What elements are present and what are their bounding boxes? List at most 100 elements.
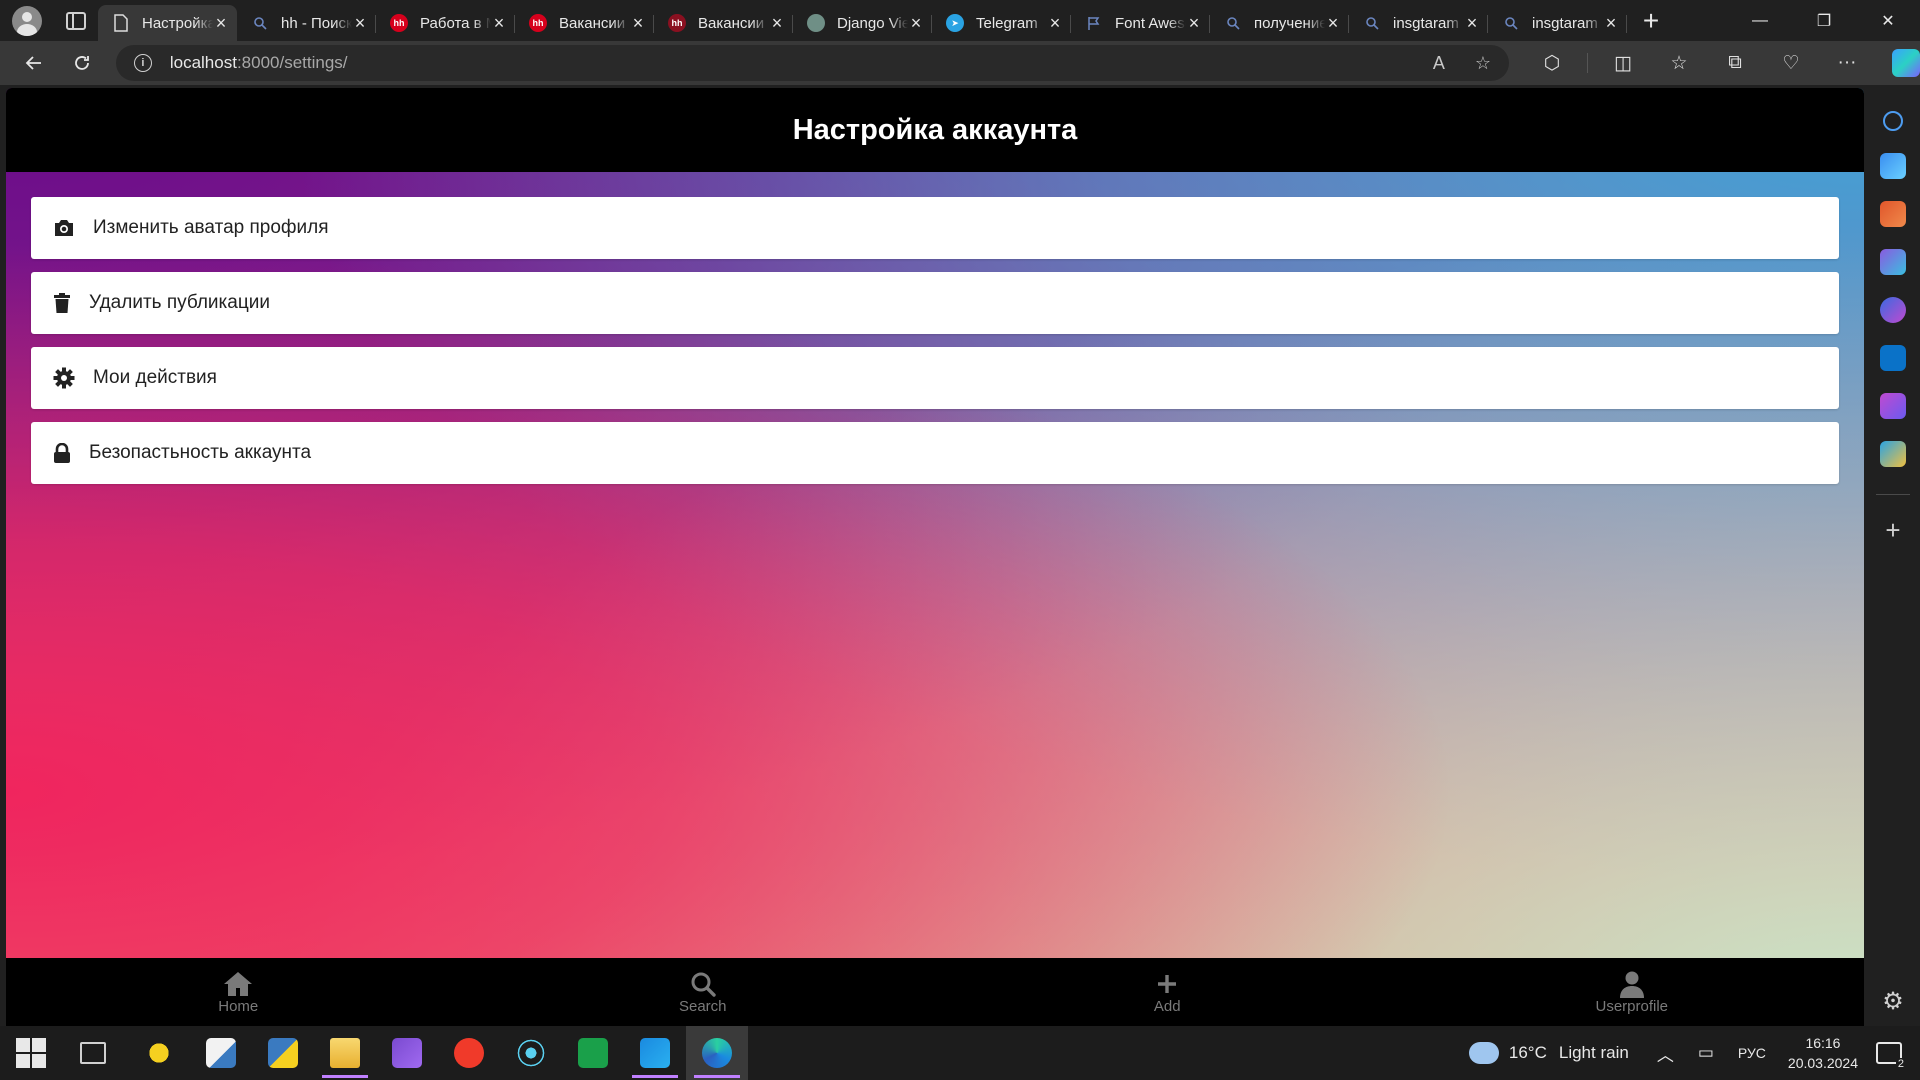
settings-item-label: Изменить аватар профиля [93, 217, 329, 238]
close-icon[interactable]: × [908, 13, 924, 34]
tab-hh-search[interactable]: hh - Поиск × [237, 5, 376, 41]
close-icon[interactable]: × [1603, 13, 1619, 34]
clock-date: 20.03.2024 [1787, 1055, 1858, 1071]
clock[interactable]: 16:16 20.03.2024 [1788, 1033, 1858, 1073]
tab-hh-vacancies-2[interactable]: hh Вакансии × [654, 5, 793, 41]
taskbar-app-react[interactable] [500, 1026, 562, 1080]
new-tab-button[interactable]: + [1631, 5, 1671, 37]
refresh-icon [74, 56, 89, 70]
close-icon[interactable]: × [491, 13, 507, 34]
minimize-button[interactable]: — [1728, 0, 1792, 41]
performance-icon[interactable]: ♡ [1770, 45, 1812, 81]
page-header: Настройка аккаунта [6, 88, 1864, 172]
tab-search-insta-2[interactable]: insgtaram × [1488, 5, 1627, 41]
search-icon [251, 14, 269, 32]
tab-hh-vacancies-1[interactable]: hh Вакансии × [515, 5, 654, 41]
close-icon[interactable]: × [1047, 13, 1063, 34]
taskbar-app-download-manager[interactable] [562, 1026, 624, 1080]
page-icon [112, 14, 130, 32]
split-screen-icon[interactable]: ◫ [1602, 45, 1644, 81]
yandex-browser-icon [454, 1038, 484, 1068]
sidebar-add-icon[interactable]: + [1885, 515, 1900, 546]
back-button[interactable] [14, 45, 54, 81]
tab-settings[interactable]: Настройка аккаунта × [98, 5, 237, 41]
start-button[interactable] [16, 1038, 46, 1068]
sidebar-send-icon[interactable] [1880, 441, 1906, 467]
weather-text[interactable]: Light rain [1559, 1043, 1629, 1063]
taskbar-app-python[interactable] [252, 1026, 314, 1080]
notifications-button[interactable]: 2 [1876, 1042, 1906, 1070]
tab-search-insta-1[interactable]: insgtaram × [1349, 5, 1488, 41]
close-icon[interactable]: × [213, 13, 229, 34]
nav-add[interactable]: Add [935, 958, 1400, 1026]
close-icon[interactable]: × [1186, 13, 1202, 34]
nav-userprofile[interactable]: Userprofile [1400, 958, 1865, 1026]
taskbar-app-python-files[interactable] [190, 1026, 252, 1080]
tab-hh-work[interactable]: hh Работа в Москве × [376, 5, 515, 41]
settings-item-my-activity[interactable]: Мои действия [31, 347, 1839, 409]
refresh-button[interactable] [62, 45, 102, 81]
tab-title: получение [1254, 14, 1325, 32]
sidebar-games-icon[interactable] [1880, 249, 1906, 275]
settings-item-change-avatar[interactable]: Изменить аватар профиля [31, 197, 1839, 259]
sidebar-settings-icon[interactable]: ⚙ [1882, 987, 1904, 1016]
taskbar-apps [128, 1026, 748, 1080]
taskbar-app-yandex-browser[interactable] [438, 1026, 500, 1080]
window-controls: — ❐ ✕ [1728, 0, 1920, 41]
language-indicator[interactable]: РУС [1738, 1045, 1766, 1061]
nav-search[interactable]: Search [471, 958, 936, 1026]
taskbar-app-vscode[interactable] [624, 1026, 686, 1080]
sidebar-search-icon[interactable] [1883, 111, 1903, 131]
copilot-icon[interactable] [1892, 49, 1920, 77]
taskbar-app-visual-studio[interactable] [376, 1026, 438, 1080]
tab-telegram[interactable]: ➤ Telegram × [932, 5, 1071, 41]
close-icon[interactable]: × [769, 13, 785, 34]
battery-icon[interactable]: ▭ [1698, 1043, 1714, 1063]
nav-home[interactable]: Home [6, 958, 471, 1026]
nav-search-label: Search [678, 997, 727, 1015]
page-title: Настройка аккаунта [792, 113, 1078, 146]
task-view-icon[interactable] [80, 1042, 106, 1064]
restore-button[interactable]: ❐ [1792, 0, 1856, 41]
sidebar-designer-icon[interactable] [1880, 393, 1906, 419]
extensions-icon[interactable]: ⬡ [1531, 45, 1573, 81]
tab-font-awesome[interactable]: Font Awesome × [1071, 5, 1210, 41]
chevron-up-icon[interactable]: ︿ [1657, 1041, 1674, 1066]
camera-icon [51, 216, 77, 240]
search-icon [1502, 14, 1520, 32]
close-icon[interactable]: × [352, 13, 368, 34]
taskbar-app-explorer[interactable] [314, 1026, 376, 1080]
sidebar-shopping-icon[interactable] [1880, 153, 1906, 179]
close-icon[interactable]: × [1325, 13, 1341, 34]
close-icon[interactable]: × [1464, 13, 1480, 34]
url-text[interactable]: localhost:8000/settings/ [170, 53, 348, 73]
settings-item-label: Мои действия [93, 367, 217, 388]
sidebar-office-icon[interactable] [1880, 297, 1906, 323]
profile-avatar[interactable] [12, 5, 42, 36]
sidebar-outlook-icon[interactable] [1880, 345, 1906, 371]
hh-icon: hh [390, 14, 408, 32]
tab-title: Работа в Москве [420, 14, 491, 32]
taskbar-app-edge[interactable] [686, 1026, 748, 1080]
taskbar-app-yandex-music[interactable] [128, 1026, 190, 1080]
info-icon[interactable]: i [133, 54, 152, 72]
edge-sidebar: + ⚙ [1866, 88, 1920, 1026]
favorites-icon[interactable]: ☆ [1658, 45, 1700, 81]
tab-actions-icon[interactable] [66, 11, 86, 30]
settings-item-delete-posts[interactable]: Удалить публикации [31, 272, 1839, 334]
tab-django[interactable]: Django View × [793, 5, 932, 41]
tab-search-receive[interactable]: получение × [1210, 5, 1349, 41]
close-window-button[interactable]: ✕ [1856, 0, 1920, 41]
star-icon[interactable]: ☆ [1475, 53, 1491, 74]
collections-icon[interactable]: ⧉ [1714, 45, 1756, 81]
address-bar[interactable]: i localhost:8000/settings/ A ☆ [115, 45, 1510, 81]
weather-temp[interactable]: 16°C [1509, 1043, 1547, 1063]
settings-item-account-security[interactable]: Безопастьность аккаунта [31, 422, 1839, 484]
close-icon[interactable]: × [630, 13, 646, 34]
toolbar-icons: ⬡ ◫ ☆ ⧉ ♡ ··· [1531, 45, 1920, 81]
sidebar-tools-icon[interactable] [1880, 201, 1906, 227]
more-icon[interactable]: ··· [1826, 45, 1868, 81]
page-viewport: Настройка аккаунта Изменить аватар профи… [6, 88, 1864, 1026]
read-aloud-icon[interactable]: A [1433, 53, 1445, 74]
telegram-icon: ➤ [946, 14, 964, 32]
